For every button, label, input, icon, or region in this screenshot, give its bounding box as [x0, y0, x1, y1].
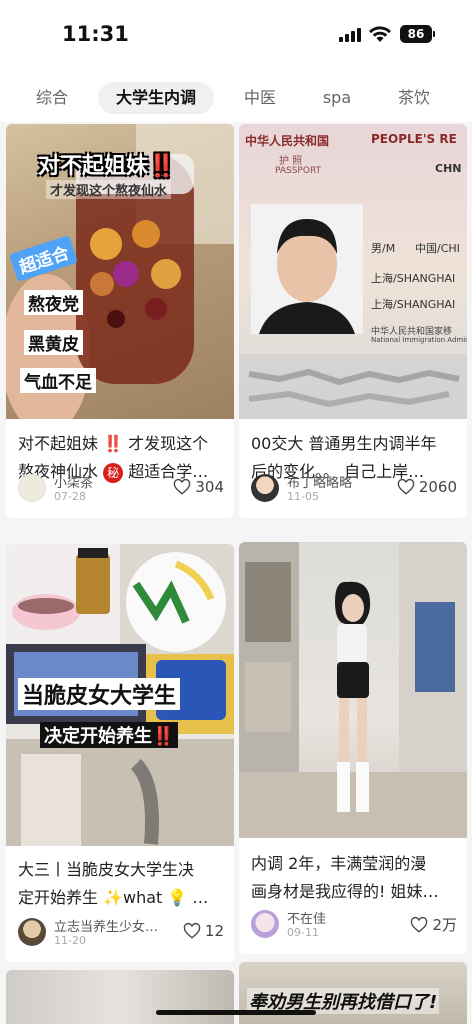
- note-cover-image: [6, 970, 234, 1024]
- like-count: 2060: [418, 478, 457, 496]
- author-row[interactable]: 小柒茶 07-28 304: [18, 472, 224, 506]
- wifi-icon: [369, 26, 391, 42]
- battery-indicator: 86: [400, 25, 432, 43]
- post-date: 09-11: [287, 926, 319, 939]
- like-button[interactable]: 12: [183, 922, 224, 940]
- cover-line: 黑黄皮: [24, 330, 83, 355]
- heart-icon: [183, 922, 201, 939]
- note-card[interactable]: 对不起姐妹‼️ 才发现这个熬夜仙水 超适合 熬夜党 黑黄皮 气血不足 对不起姐妹…: [6, 124, 234, 518]
- author-name[interactable]: 立志当养生少女…: [54, 916, 158, 935]
- like-button[interactable]: 2060: [397, 478, 457, 496]
- like-count: 2万: [432, 916, 457, 934]
- note-title-line: 内调 2年，丰满莹润的漫: [251, 854, 427, 873]
- tab-tcm[interactable]: 中医: [242, 82, 278, 114]
- author-name[interactable]: 不在佳: [287, 908, 326, 927]
- cover-subtitle: 才发现这个熬夜仙水: [46, 180, 172, 199]
- note-cover-image: [239, 542, 467, 838]
- tab-spa[interactable]: spa: [320, 82, 354, 114]
- passport-header-en: PEOPLE'S RE: [371, 132, 457, 146]
- battery-tip: [433, 31, 435, 37]
- note-card[interactable]: 当脆皮女大学生 决定开始养生‼️ 大三丨当脆皮女大学生决 定开始养生 ✨what…: [6, 544, 234, 962]
- dorm-photo-illustration: [239, 542, 467, 838]
- like-button[interactable]: 2万: [410, 914, 457, 935]
- status-bar: 11:31 86: [0, 0, 472, 64]
- author-name[interactable]: 小柒茶: [54, 472, 93, 491]
- avatar[interactable]: [251, 910, 279, 938]
- note-title: 内调 2年，丰满莹润的漫 画身材是我应得的! 姐妹…: [251, 850, 457, 906]
- post-date: 07-28: [54, 490, 86, 503]
- heart-icon: [174, 478, 191, 495]
- passport-authority-en: National Immigration Administrat: [371, 336, 467, 344]
- cover-line: 当脆皮女大学生: [18, 678, 181, 710]
- avatar[interactable]: [251, 474, 279, 502]
- passport-label-en: PASSPORT: [275, 166, 322, 176]
- note-title-line: 画身材是我应得的! 姐妹…: [251, 882, 439, 901]
- cover-line: 气血不足: [20, 368, 96, 393]
- passport-label-cn: 护 照: [279, 156, 303, 167]
- tab-tea-drinks[interactable]: 茶饮: [396, 82, 432, 114]
- passport-place-of-issue: 上海/SHANGHAI: [371, 298, 456, 311]
- cover-headline: 对不起姐妹‼️: [38, 154, 176, 179]
- heart-icon: [411, 916, 428, 933]
- author-row[interactable]: 不在佳 09-11 2万: [251, 908, 457, 942]
- category-tabs: 综合 大学生内调 中医 spa 茶饮: [0, 64, 472, 122]
- note-title: 大三丨当脆皮女大学生决 定开始养生 ✨what 💡 …: [18, 856, 224, 912]
- note-title-line: 00交大 普通男生内调半年: [251, 434, 437, 453]
- passport-place-of-birth: 上海/SHANGHAI: [371, 272, 456, 285]
- note-cover-image: 当脆皮女大学生 决定开始养生‼️: [6, 544, 234, 846]
- passport-nationality: 中国/CHI: [415, 242, 460, 255]
- note-card[interactable]: [6, 970, 234, 1024]
- like-button[interactable]: 304: [173, 478, 224, 496]
- like-count: 304: [195, 478, 224, 496]
- passport-country: CHN: [435, 162, 462, 175]
- author-row[interactable]: 立志当养生少女… 11-20 12: [18, 916, 224, 950]
- tab-college-conditioning[interactable]: 大学生内调: [98, 82, 214, 114]
- home-indicator[interactable]: [156, 1010, 316, 1015]
- passport-header-cn: 中华人民共和国: [245, 134, 330, 148]
- author-row[interactable]: 布丁略略略 11-05 2060: [251, 472, 457, 506]
- tab-zonghe[interactable]: 综合: [34, 82, 70, 114]
- passport-sex: 男/M: [371, 242, 396, 255]
- note-title-line: 定开始养生 ✨what 💡 …: [18, 888, 209, 907]
- avatar[interactable]: [18, 918, 46, 946]
- note-cover-image: 中华人民共和国 PEOPLE'S RE 护 照 PASSPORT CHN 男/M…: [239, 124, 467, 419]
- note-cover-image: 对不起姐妹‼️ 才发现这个熬夜仙水 超适合 熬夜党 黑黄皮 气血不足: [6, 124, 234, 419]
- note-title-line: 大三丨当脆皮女大学生决: [18, 860, 195, 879]
- author-name[interactable]: 布丁略略略: [287, 472, 352, 491]
- post-date: 11-20: [54, 934, 86, 947]
- like-count: 12: [204, 922, 224, 940]
- cover-line: 决定开始养生‼️: [40, 722, 179, 748]
- post-date: 11-05: [287, 490, 319, 503]
- avatar[interactable]: [18, 474, 46, 502]
- cover-line: 熬夜党: [24, 290, 83, 315]
- heart-icon: [397, 478, 415, 495]
- cellular-signal-icon: [339, 28, 361, 42]
- status-time: 11:31: [62, 22, 129, 46]
- note-card[interactable]: 内调 2年，丰满莹润的漫 画身材是我应得的! 姐妹… 不在佳 09-11 2万: [239, 542, 467, 954]
- note-title-line: 对不起姐妹 ‼️ 才发现这个: [18, 434, 209, 453]
- note-feed: 对不起姐妹‼️ 才发现这个熬夜仙水 超适合 熬夜党 黑黄皮 气血不足 对不起姐妹…: [0, 122, 472, 1024]
- note-card[interactable]: 中华人民共和国 PEOPLE'S RE 护 照 PASSPORT CHN 男/M…: [239, 124, 467, 518]
